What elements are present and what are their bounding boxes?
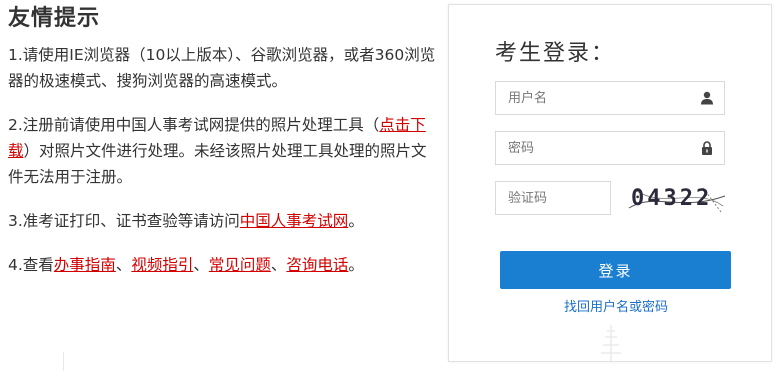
notice-text: 。 xyxy=(348,256,364,274)
password-field xyxy=(495,131,725,165)
captcha-image[interactable]: 04322 xyxy=(625,182,729,218)
separator: 、 xyxy=(193,256,209,274)
lock-icon xyxy=(702,141,712,155)
captcha-code: 04322 xyxy=(631,186,713,211)
notice-title: 友情提示 xyxy=(8,6,101,31)
guide-link[interactable]: 办事指南 xyxy=(54,256,116,274)
captcha-field xyxy=(495,181,611,215)
notice-text: 。 xyxy=(348,212,364,230)
username-input[interactable] xyxy=(496,82,698,114)
divider xyxy=(63,352,64,371)
notice-text: 3.准考证打印、证书查验等请访问 xyxy=(8,212,240,230)
watermark-icon xyxy=(601,325,621,361)
separator: 、 xyxy=(270,256,287,274)
login-button[interactable]: 登录 xyxy=(500,251,731,289)
notice-text: 4.查看 xyxy=(8,256,54,274)
notice-text: ）对照片文件进行处理。未经该照片处理工具处理的照片文件无法用于注册。 xyxy=(8,142,427,186)
user-icon xyxy=(701,91,713,105)
login-panel: 考生登录： 04322 登录 找回用户名或密码 xyxy=(448,4,772,362)
notice-item-browser: 1.请使用IE浏览器（10以上版本）、谷歌浏览器，或者360浏览器的极速模式、搜… xyxy=(8,46,436,90)
forgot-credentials-link[interactable]: 找回用户名或密码 xyxy=(449,296,776,315)
notice-text: 2.注册前请使用中国人事考试网提供的照片处理工具（ xyxy=(8,116,380,134)
notice-item-admission: 3.准考证打印、证书查验等请访问中国人事考试网。 xyxy=(8,208,438,234)
captcha-input[interactable] xyxy=(496,182,608,214)
cpta-site-link[interactable]: 中国人事考试网 xyxy=(240,212,349,230)
password-input[interactable] xyxy=(496,132,698,164)
separator: 、 xyxy=(115,256,132,274)
video-guide-link[interactable]: 视频指引 xyxy=(131,256,193,274)
username-field xyxy=(495,81,725,115)
faq-link[interactable]: 常见问题 xyxy=(209,256,271,274)
contact-phone-link[interactable]: 咨询电话 xyxy=(286,256,348,274)
notice-section: 友情提示 1.请使用IE浏览器（10以上版本）、谷歌浏览器，或者360浏览器的极… xyxy=(8,4,438,296)
notice-item-photo-tool: 2.注册前请使用中国人事考试网提供的照片处理工具（点击下载）对照片文件进行处理。… xyxy=(8,112,438,190)
login-title: 考生登录： xyxy=(495,41,616,66)
notice-item-help: 4.查看办事指南、视频指引、常见问题、咨询电话。 xyxy=(8,252,438,278)
